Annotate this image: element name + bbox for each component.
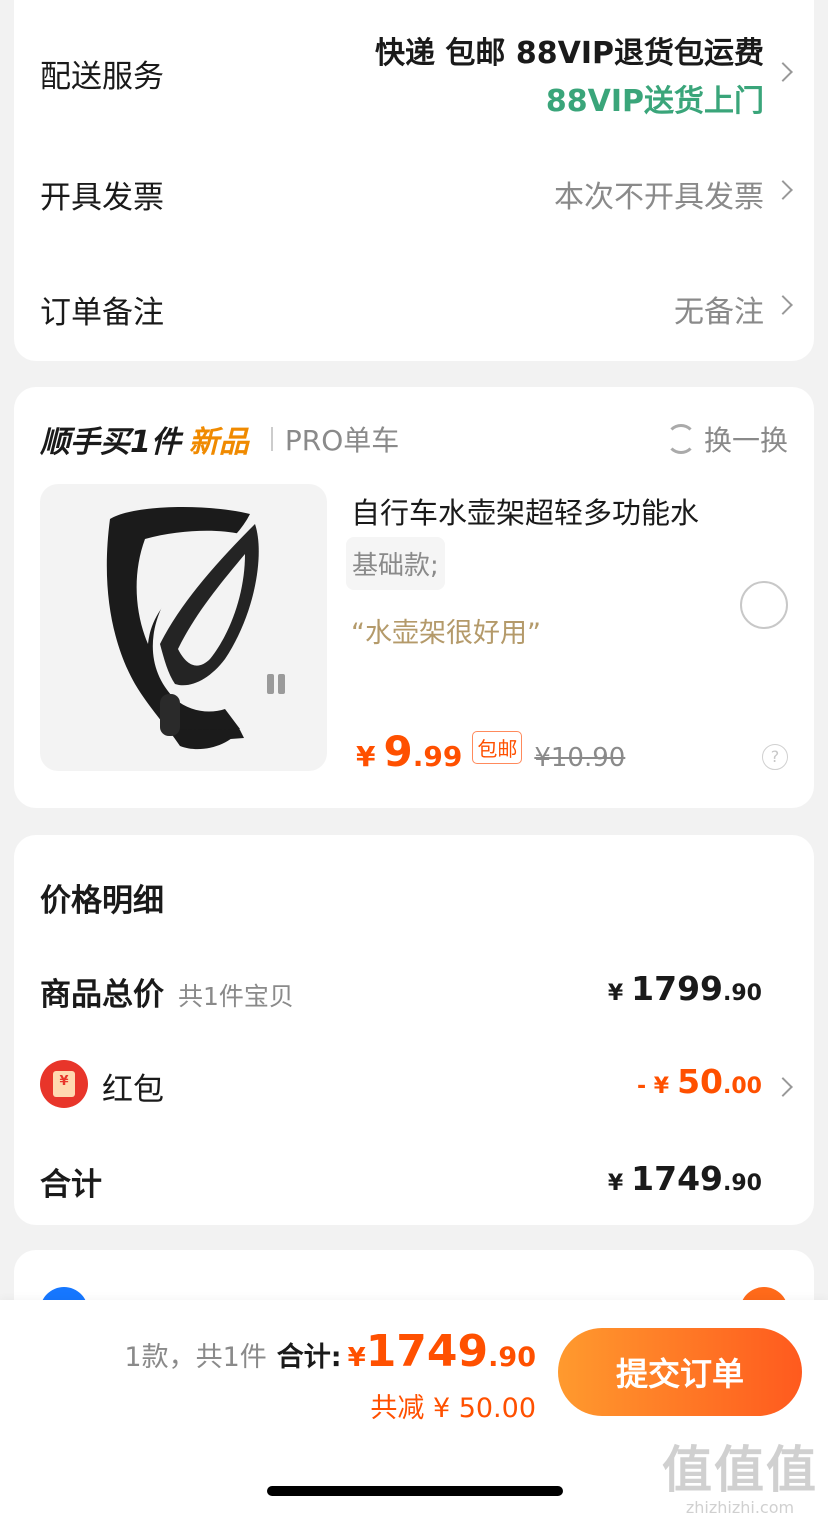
vip-delivery-note: 88VIP送货上门: [545, 84, 764, 119]
price-integer: 9: [383, 727, 413, 776]
currency: ¥: [607, 1171, 624, 1196]
submit-order-button[interactable]: 提交订单: [558, 1328, 802, 1416]
currency: ¥: [607, 981, 624, 1006]
price-detail-card: 价格明细 商品总价 共1件宝贝 ¥ 1799 .90 ¥ 红包 - ¥ 50 .0…: [14, 835, 814, 1225]
bottle-cage-image: [106, 507, 285, 750]
product-price: ¥ 9 .99 包邮 ¥10.90: [356, 727, 625, 776]
goods-total-text: 商品总价: [40, 977, 164, 1013]
refresh-icon: [665, 424, 696, 454]
total-label: 合计: [40, 1167, 102, 1203]
watermark: 值值值 zhizhizhi.com: [662, 1430, 818, 1514]
invoice-label: 开具发票: [40, 180, 164, 216]
watermark-glyphs: 值值值: [662, 1441, 818, 1499]
red-packet-amount: - ¥ 50 .00: [637, 1062, 762, 1101]
sum-currency: ¥: [347, 1343, 366, 1373]
chevron-right-icon: [773, 62, 793, 82]
product-name[interactable]: 自行车水壶架超轻多功能水: [351, 490, 699, 532]
addon-title: 顺手买1件: [40, 425, 181, 460]
total-amount: ¥ 1749 .90: [608, 1159, 762, 1198]
chevron-right-icon: [773, 180, 793, 200]
original-price: ¥10.90: [534, 743, 626, 773]
price-decimal: .99: [412, 740, 463, 773]
item-count: 1款，共1件: [124, 1342, 267, 1373]
new-tag: 新品: [188, 425, 249, 460]
product-quote: “水壶架很好用”: [351, 618, 541, 649]
invoice-row[interactable]: 开具发票 本次不开具发票: [14, 128, 814, 228]
red-packet-label: 红包: [102, 1072, 164, 1108]
remark-row[interactable]: 订单备注 无备注: [14, 243, 814, 343]
help-icon[interactable]: ?: [762, 744, 788, 770]
checkout-bar: 1款，共1件 合计: ¥ 1749 .90 共减 ¥ 50.00 提交订单 值值…: [0, 1300, 828, 1514]
sum-integer: 1749: [365, 1326, 489, 1377]
price-currency: ¥: [356, 740, 376, 773]
addon-category: PRO单车: [284, 424, 400, 457]
chevron-right-icon: [773, 1077, 793, 1097]
home-indicator[interactable]: [267, 1486, 563, 1496]
order-options-card: 配送服务 快递 包邮 88VIP退货包运费 88VIP送货上门 开具发票 本次不…: [14, 0, 814, 361]
invoice-value: 本次不开具发票: [554, 180, 764, 215]
amount-decimal: .90: [723, 981, 762, 1006]
sum-decimal: .90: [488, 1342, 536, 1373]
swap-label: 换一换: [703, 424, 788, 457]
amount-decimal: .00: [723, 1074, 762, 1099]
goods-total-label: 商品总价 共1件宝贝: [40, 969, 294, 1014]
total-discount: 共减 ¥ 50.00: [370, 1393, 536, 1424]
product-image[interactable]: [40, 484, 327, 771]
remark-value: 无备注: [674, 295, 764, 330]
amount-integer: 1799: [631, 969, 724, 1008]
free-shipping-badge: 包邮: [472, 731, 523, 764]
discount-prefix: - ¥: [636, 1074, 670, 1099]
goods-total-amount: ¥ 1799 .90: [608, 969, 762, 1008]
order-sum: 1款，共1件 合计: ¥ 1749 .90: [124, 1326, 536, 1377]
amount-decimal: .90: [723, 1171, 762, 1196]
radio-circle-icon[interactable]: [740, 581, 788, 629]
amount-integer: 1749: [631, 1159, 724, 1198]
product-variant[interactable]: 基础款;: [346, 537, 445, 590]
divider: [270, 427, 273, 451]
addon-header: 顺手买1件 新品 PRO单车: [40, 417, 399, 461]
red-packet-icon: ¥: [40, 1060, 88, 1108]
addon-product-card: 顺手买1件 新品 PRO单车 换一换 自行车水壶架超轻多功能水 基础款; “水壶…: [14, 387, 814, 808]
swap-button[interactable]: 换一换: [665, 419, 788, 459]
goods-count: 共1件宝贝: [178, 982, 294, 1011]
remark-label: 订单备注: [40, 295, 164, 331]
amount-integer: 50: [677, 1062, 724, 1101]
delivery-row[interactable]: 快递 包邮 88VIP退货包运费 88VIP送货上门: [14, 0, 814, 119]
red-packet-row[interactable]: ¥ 红包 - ¥ 50 .00: [14, 1040, 814, 1130]
price-detail-title: 价格明细: [40, 883, 164, 919]
sum-label: 合计:: [276, 1342, 342, 1373]
chevron-right-icon: [773, 295, 793, 315]
red-packet-glyph: ¥: [59, 1074, 69, 1089]
delivery-value: 快递 包邮 88VIP退货包运费: [374, 36, 764, 71]
